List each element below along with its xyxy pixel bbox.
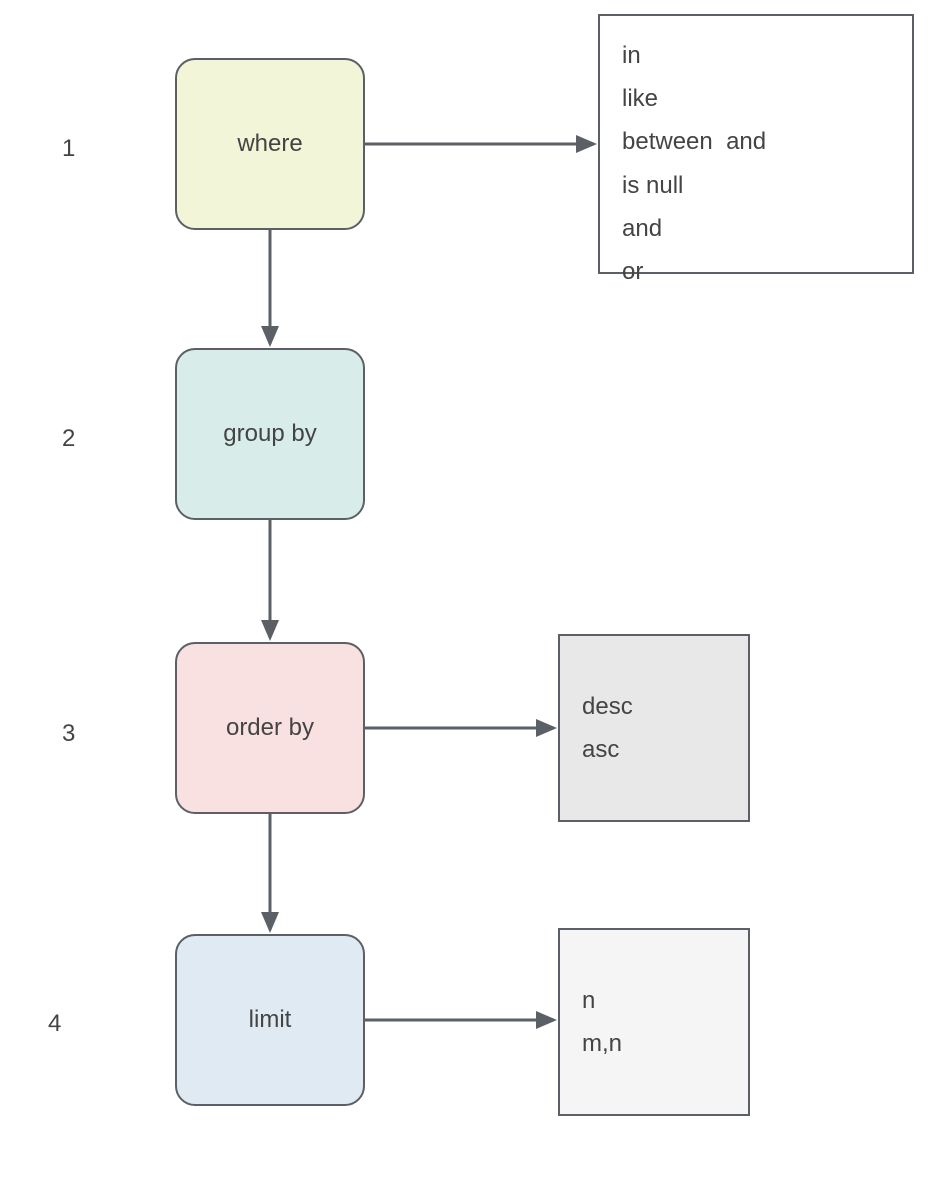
node-groupby: group by <box>175 348 365 520</box>
order-op-asc: asc <box>582 728 726 771</box>
node-orderby-label: order by <box>226 714 314 742</box>
where-op-or: or <box>622 250 890 293</box>
node-limit-label: limit <box>249 1006 292 1034</box>
where-op-between: between and <box>622 120 890 163</box>
limit-op-mn: m,n <box>582 1022 726 1065</box>
order-op-desc: desc <box>582 685 726 728</box>
where-op-and: and <box>622 207 890 250</box>
node-orderby: order by <box>175 642 365 814</box>
panel-limit-ops: n m,n <box>558 928 750 1116</box>
panel-where-ops: in like between and is null and or <box>598 14 914 274</box>
node-where: where <box>175 58 365 230</box>
diagram-canvas: 1 2 3 4 where group by order by limit in… <box>0 0 933 1183</box>
node-where-label: where <box>237 130 302 158</box>
node-groupby-label: group by <box>223 420 316 448</box>
limit-op-n: n <box>582 979 726 1022</box>
where-op-like: like <box>622 77 890 120</box>
where-op-isnull: is null <box>622 164 890 207</box>
panel-order-ops: desc asc <box>558 634 750 822</box>
step-label-2: 2 <box>62 425 75 453</box>
where-op-in: in <box>622 34 890 77</box>
step-label-4: 4 <box>48 1010 61 1038</box>
step-label-1: 1 <box>62 135 75 163</box>
step-label-3: 3 <box>62 720 75 748</box>
node-limit: limit <box>175 934 365 1106</box>
